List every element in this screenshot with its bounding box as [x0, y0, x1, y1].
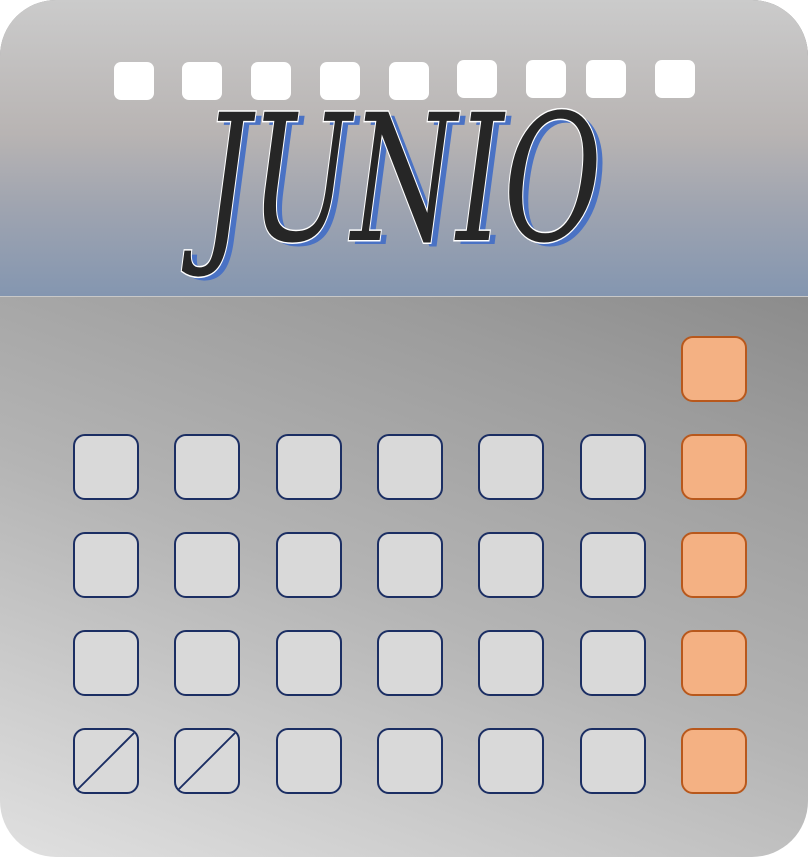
day-cell — [174, 434, 240, 500]
calendar: JUNIO JUNIO — [0, 0, 808, 857]
day-cell — [174, 630, 240, 696]
weekend-day-cell — [681, 434, 747, 500]
day-cell — [478, 728, 544, 794]
day-cell — [580, 630, 646, 696]
day-cell — [478, 434, 544, 500]
day-cell — [478, 630, 544, 696]
cross-out-line — [76, 731, 136, 791]
day-cell — [580, 532, 646, 598]
day-cell — [377, 630, 443, 696]
month-title: JUNIO JUNIO — [180, 76, 608, 287]
day-cell — [73, 532, 139, 598]
weekend-day-cell — [681, 630, 747, 696]
crossed-out-day-cell — [73, 728, 139, 794]
day-cell — [276, 532, 342, 598]
day-cell — [276, 728, 342, 794]
day-cell — [377, 434, 443, 500]
day-cell — [276, 434, 342, 500]
day-cell — [377, 532, 443, 598]
day-cell — [580, 434, 646, 500]
day-cell — [478, 532, 544, 598]
weekend-day-cell — [681, 728, 747, 794]
crossed-out-day-cell — [174, 728, 240, 794]
calendar-header: JUNIO JUNIO — [0, 0, 808, 297]
month-title-text: JUNIO — [182, 77, 602, 282]
weekend-day-cell — [681, 532, 747, 598]
day-cell — [276, 630, 342, 696]
day-cell — [580, 728, 646, 794]
day-cell — [73, 434, 139, 500]
day-cell — [73, 630, 139, 696]
day-cell — [377, 728, 443, 794]
cross-out-line — [177, 731, 237, 791]
weekend-day-cell — [681, 336, 747, 402]
day-cell — [174, 532, 240, 598]
